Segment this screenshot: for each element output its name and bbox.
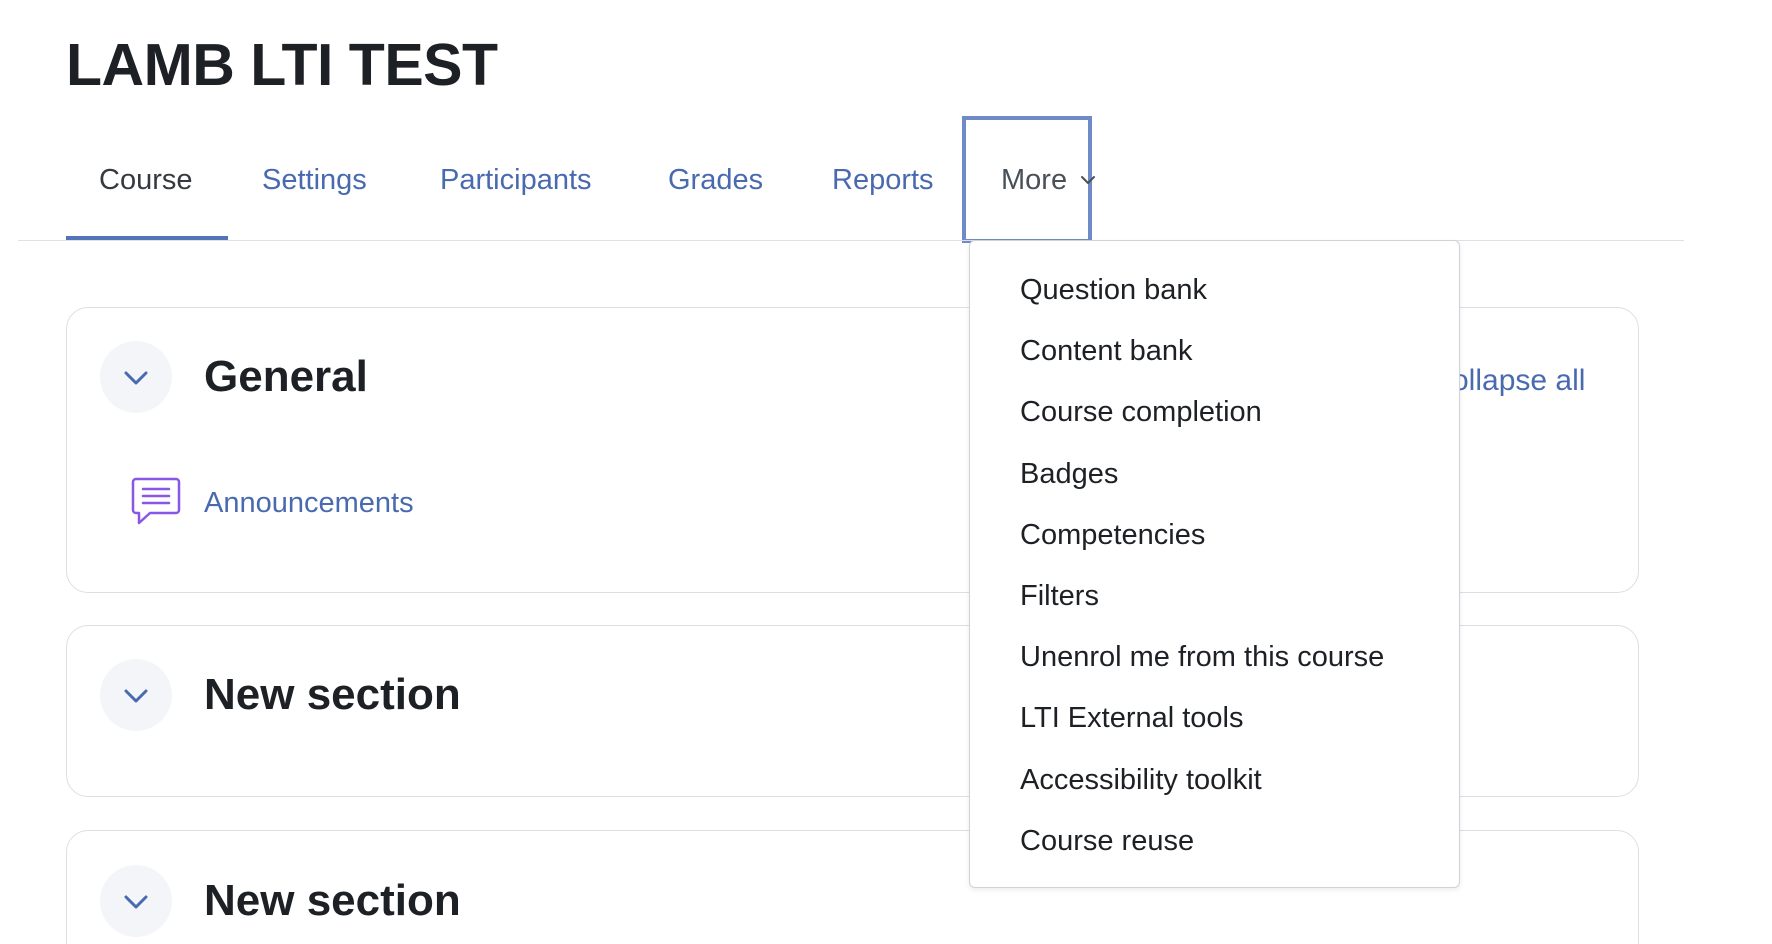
menu-item-unenrol[interactable]: Unenrol me from this course <box>1020 640 1384 674</box>
menu-item-question-bank[interactable]: Question bank <box>1020 273 1207 307</box>
section-collapse-toggle[interactable] <box>100 865 172 937</box>
tab-reports[interactable]: Reports <box>832 163 934 197</box>
tab-more-label: More <box>1001 164 1068 196</box>
activity-link-announcements[interactable]: Announcements <box>204 486 414 520</box>
chevron-down-icon <box>124 895 148 909</box>
section-collapse-toggle[interactable] <box>100 341 172 413</box>
menu-item-course-completion[interactable]: Course completion <box>1020 395 1262 429</box>
page-title: LAMB LTI TEST <box>66 32 498 98</box>
chevron-down-icon <box>124 689 148 703</box>
section-title: General <box>204 352 368 401</box>
tab-course[interactable]: Course <box>99 163 193 197</box>
menu-item-filters[interactable]: Filters <box>1020 579 1099 613</box>
menu-item-content-bank[interactable]: Content bank <box>1020 334 1193 368</box>
menu-item-lti-external-tools[interactable]: LTI External tools <box>1020 701 1244 735</box>
section-title: New section <box>204 670 461 719</box>
forum-icon <box>131 477 181 525</box>
tab-participants[interactable]: Participants <box>440 163 592 197</box>
tab-grades[interactable]: Grades <box>668 163 763 197</box>
section-title: New section <box>204 876 461 925</box>
tab-settings[interactable]: Settings <box>262 163 367 197</box>
menu-item-accessibility-toolkit[interactable]: Accessibility toolkit <box>1020 763 1262 797</box>
course-page: LAMB LTI TEST Course Settings Participan… <box>0 0 1772 944</box>
menu-item-course-reuse[interactable]: Course reuse <box>1020 824 1194 858</box>
menu-item-badges[interactable]: Badges <box>1020 457 1118 491</box>
section-collapse-toggle[interactable] <box>100 659 172 731</box>
more-dropdown-menu: Question bank Content bank Course comple… <box>969 240 1460 888</box>
chevron-down-icon <box>1081 176 1095 184</box>
chevron-down-icon <box>124 371 148 385</box>
collapse-all-link[interactable]: ollapse all <box>1452 363 1585 399</box>
menu-item-competencies[interactable]: Competencies <box>1020 518 1205 552</box>
